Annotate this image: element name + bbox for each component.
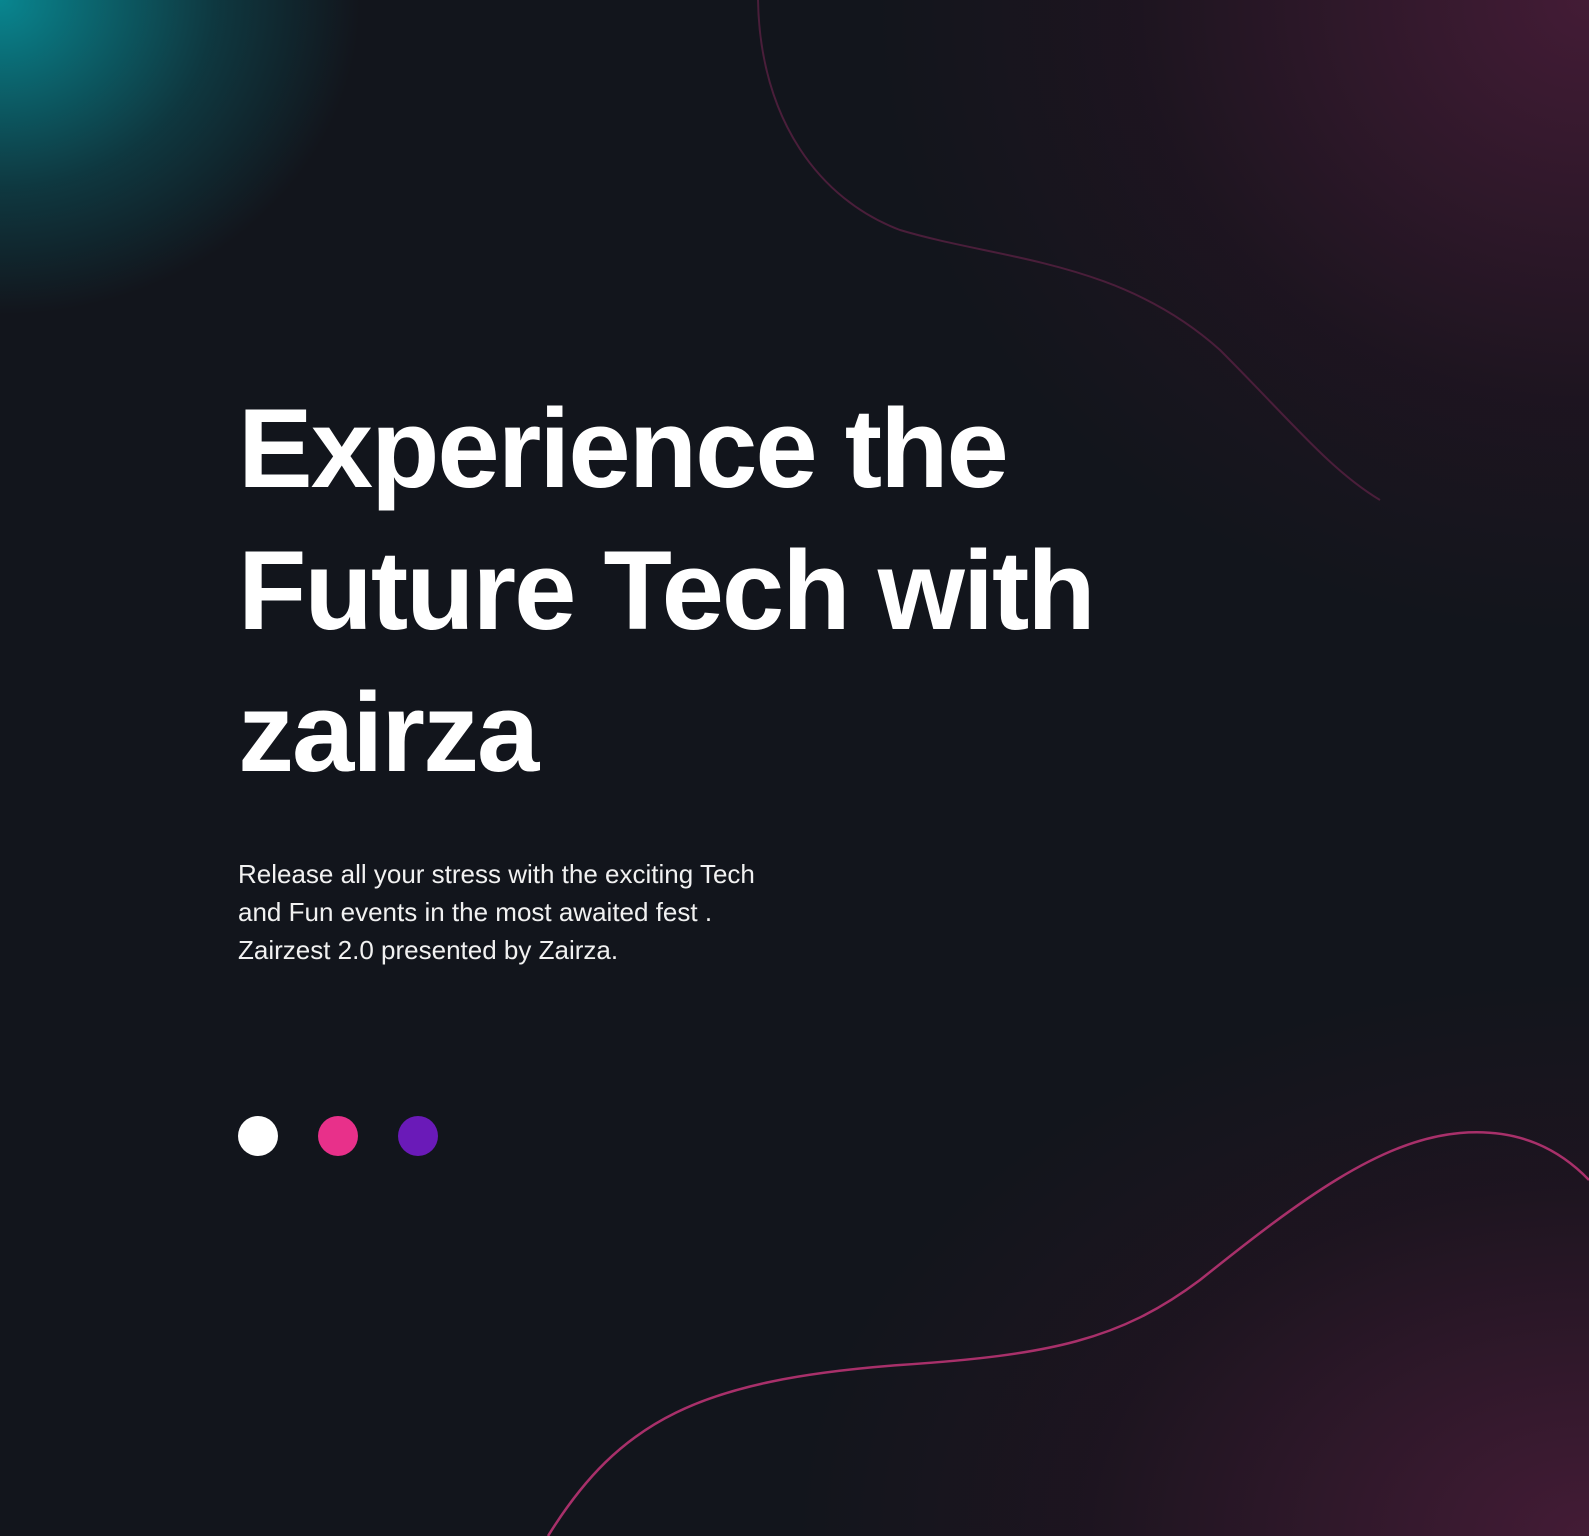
carousel-dot-1[interactable] [238, 1116, 278, 1156]
carousel-dot-2[interactable] [318, 1116, 358, 1156]
headline-line: Future Tech with [238, 528, 1096, 653]
hero-section: Experience the Future Tech with zairza [238, 378, 1238, 804]
hero-description: Release all your stress with the excitin… [238, 859, 755, 965]
carousel-dot-3[interactable] [398, 1116, 438, 1156]
accent-wave [546, 1131, 1589, 1536]
carousel-dots [238, 1116, 438, 1156]
headline: Experience the Future Tech with zairza [238, 378, 1238, 804]
headline-line: Experience the [238, 386, 1009, 511]
headline-line: zairza [238, 670, 539, 795]
